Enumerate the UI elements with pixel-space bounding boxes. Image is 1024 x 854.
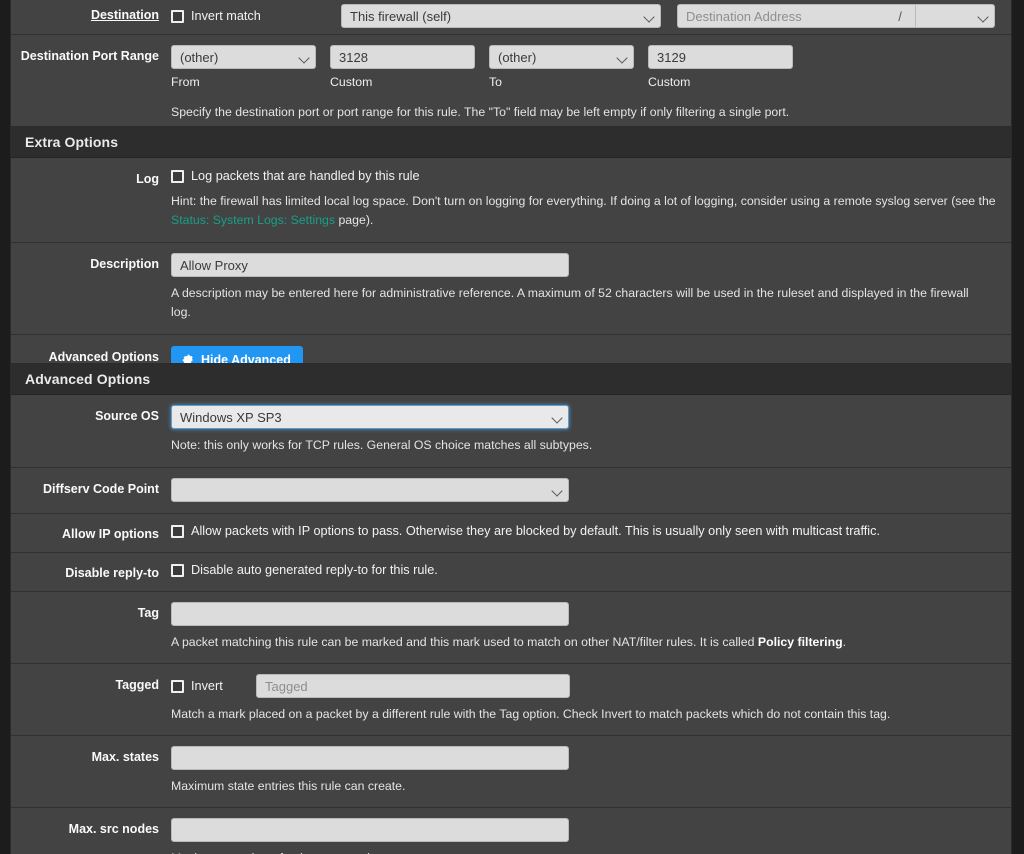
tagged-input[interactable] bbox=[256, 674, 570, 698]
port-from-select[interactable]: (other) bbox=[171, 45, 316, 69]
allow-ip-options-label: Allow IP options bbox=[62, 527, 159, 541]
tag-help-bold: Policy filtering bbox=[757, 635, 843, 649]
tagged-row: Tagged Invert Match a mark placed on a p… bbox=[11, 664, 1011, 736]
max-states-input[interactable] bbox=[171, 746, 569, 770]
extra-options-heading: Extra Options bbox=[11, 127, 1011, 158]
tag-input[interactable] bbox=[171, 602, 569, 626]
log-checkbox-group[interactable]: Log packets that are handled by this rul… bbox=[171, 168, 999, 185]
tag-row: Tag A packet matching this rule can be m… bbox=[11, 592, 1011, 664]
allow-ip-options-row: Allow IP options Allow packets with IP o… bbox=[11, 514, 1011, 553]
allow-ip-options-checkbox-group[interactable]: Allow packets with IP options to pass. O… bbox=[171, 523, 999, 540]
port-range-controls: (other) From Custom (other) bbox=[171, 45, 999, 89]
diffserv-row: Diffserv Code Point bbox=[11, 468, 1011, 514]
max-src-nodes-input[interactable] bbox=[171, 818, 569, 842]
port-to-custom-input[interactable] bbox=[648, 45, 793, 69]
disable-reply-to-checkbox-label: Disable auto generated reply-to for this… bbox=[191, 563, 438, 577]
source-os-row: Source OS Windows XP SP3 Note: this only… bbox=[11, 395, 1011, 468]
port-from-select-wrap: (other) bbox=[171, 45, 316, 69]
tagged-invert-label: Invert bbox=[191, 678, 223, 693]
allow-ip-options-checkbox[interactable] bbox=[171, 525, 184, 538]
port-to-cell: (other) To bbox=[489, 45, 634, 89]
destination-label[interactable]: Destination bbox=[11, 4, 171, 23]
diffserv-select[interactable] bbox=[171, 478, 569, 502]
source-os-label: Source OS bbox=[95, 409, 159, 423]
port-range-help-text: Specify the destination port or port ran… bbox=[171, 105, 790, 119]
disable-reply-to-checkbox-group[interactable]: Disable auto generated reply-to for this… bbox=[171, 562, 999, 579]
destination-panel: Destination Invert match This firewall (… bbox=[10, 0, 1012, 135]
destination-address-group: / bbox=[677, 4, 995, 28]
disable-reply-to-checkbox[interactable] bbox=[171, 564, 184, 577]
port-to-custom-cell: Custom bbox=[648, 45, 793, 89]
diffserv-select-wrap bbox=[171, 478, 569, 502]
port-to-custom-sub-label: Custom bbox=[648, 75, 691, 89]
description-input[interactable] bbox=[171, 253, 569, 277]
destination-type-select[interactable]: This firewall (self) bbox=[341, 4, 661, 28]
max-src-nodes-help-text: Maximum number of unique source hosts. bbox=[171, 849, 983, 854]
max-src-nodes-label: Max. src nodes bbox=[68, 822, 159, 836]
port-from-cell: (other) From bbox=[171, 45, 316, 89]
source-os-select[interactable]: Windows XP SP3 bbox=[171, 405, 569, 429]
tag-help-text: A packet matching this rule can be marke… bbox=[171, 633, 983, 652]
port-to-sub-label: To bbox=[489, 75, 502, 89]
port-to-select[interactable]: (other) bbox=[489, 45, 634, 69]
pfsense-firewall-rule-edit-page: Destination Invert match This firewall (… bbox=[0, 0, 1024, 854]
tag-label: Tag bbox=[137, 606, 159, 620]
system-logs-settings-link[interactable]: Status: System Logs: Settings bbox=[171, 213, 335, 227]
port-from-custom-cell: Custom bbox=[330, 45, 475, 89]
source-os-select-wrap: Windows XP SP3 bbox=[171, 405, 569, 429]
port-from-sub-label: From bbox=[171, 75, 200, 89]
port-from-custom-input[interactable] bbox=[330, 45, 475, 69]
log-packets-checkbox[interactable] bbox=[171, 170, 184, 183]
log-label: Log bbox=[136, 172, 159, 186]
tagged-invert-checkbox[interactable] bbox=[171, 679, 184, 693]
max-states-label: Max. states bbox=[91, 750, 159, 764]
log-help-before: Hint: the firewall has limited local log… bbox=[171, 194, 996, 208]
log-row: Log Log packets that are handled by this… bbox=[11, 158, 1011, 243]
description-label: Description bbox=[90, 257, 159, 271]
destination-type-select-wrap: This firewall (self) bbox=[341, 4, 661, 28]
destination-port-range-label: Destination Port Range bbox=[20, 49, 159, 63]
max-states-help-text: Maximum state entries this rule can crea… bbox=[171, 779, 406, 793]
port-to-select-wrap: (other) bbox=[489, 45, 634, 69]
disable-reply-to-label: Disable reply-to bbox=[65, 566, 159, 580]
tag-help-before: A packet matching this rule can be marke… bbox=[171, 635, 758, 649]
tag-help-after: . bbox=[842, 635, 847, 649]
log-help-after: page). bbox=[335, 213, 374, 227]
port-from-custom-sub-label: Custom bbox=[330, 75, 373, 89]
description-help-text: A description may be entered here for ad… bbox=[171, 286, 969, 319]
tagged-label: Tagged bbox=[115, 678, 159, 692]
extra-options-panel: Extra Options Log Log packets that are h… bbox=[10, 126, 1012, 388]
tagged-invert-checkbox-group[interactable]: Invert bbox=[171, 678, 256, 695]
disable-reply-to-row: Disable reply-to Disable auto generated … bbox=[11, 553, 1011, 592]
destination-port-range-row: Destination Port Range (other) From Cust… bbox=[11, 35, 1011, 134]
diffserv-label: Diffserv Code Point bbox=[43, 482, 159, 496]
destination-cidr-select[interactable] bbox=[915, 4, 995, 28]
cidr-slash-separator: / bbox=[885, 4, 915, 28]
destination-address-input[interactable] bbox=[677, 4, 885, 28]
destination-invert-match-checkbox[interactable] bbox=[171, 9, 184, 23]
advanced-options-panel: Advanced Options Source OS Windows XP SP… bbox=[10, 363, 1012, 854]
destination-invert-match-label: Invert match bbox=[191, 8, 261, 23]
destination-invert-match-checkbox-group[interactable]: Invert match bbox=[171, 8, 341, 25]
advanced-options-heading: Advanced Options bbox=[11, 364, 1011, 395]
tagged-help-text: Match a mark placed on a packet by a dif… bbox=[171, 707, 891, 721]
max-src-nodes-row: Max. src nodes Maximum number of unique … bbox=[11, 808, 1011, 854]
allow-ip-options-checkbox-label: Allow packets with IP options to pass. O… bbox=[191, 524, 880, 538]
log-packets-label: Log packets that are handled by this rul… bbox=[191, 169, 420, 183]
max-states-row: Max. states Maximum state entries this r… bbox=[11, 736, 1011, 808]
destination-cidr-select-wrap bbox=[915, 4, 995, 28]
description-row: Description A description may be entered… bbox=[11, 243, 1011, 335]
source-os-help-text: Note: this only works for TCP rules. Gen… bbox=[171, 438, 593, 452]
destination-row: Destination Invert match This firewall (… bbox=[11, 0, 1011, 35]
log-help-text: Hint: the firewall has limited local log… bbox=[171, 192, 999, 230]
